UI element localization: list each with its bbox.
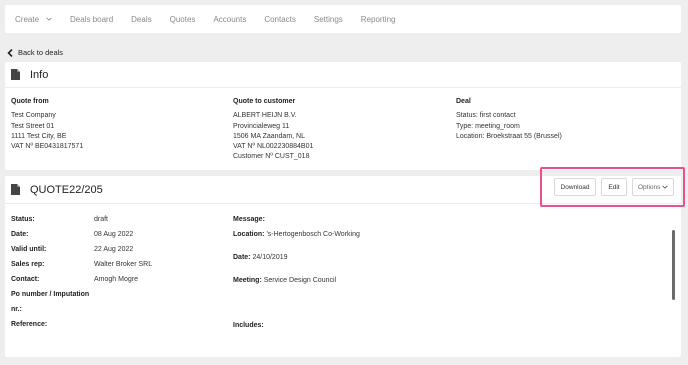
message-row: Message: xyxy=(233,216,265,223)
info-header: Info xyxy=(5,62,681,88)
sales-rep-label: Sales rep: xyxy=(11,261,45,268)
nav-quotes[interactable]: Quotes xyxy=(170,15,196,24)
meeting-value: Service Design Council xyxy=(263,277,337,284)
quote-to-line: 1506 MA Zaandam, NL xyxy=(233,132,305,140)
edit-button[interactable]: Edit xyxy=(601,178,627,196)
quote-to-line: ALBERT HEIJN B.V. xyxy=(233,112,297,120)
nav-create[interactable]: Create xyxy=(15,15,52,24)
nav-deals[interactable]: Deals xyxy=(131,15,151,24)
quote-to-line: Customer Nº CUST_018 xyxy=(233,153,310,161)
back-to-deals-link[interactable]: Back to deals xyxy=(7,48,63,57)
meeting-date-row: Date: 24/10/2019 xyxy=(233,254,288,261)
quote-to-line: VAT Nº NL002230884B01 xyxy=(233,143,314,151)
scrollbar-thumb[interactable] xyxy=(672,230,675,300)
meeting-date-label: Date: xyxy=(233,254,251,261)
po-number-label-2: nr.: xyxy=(11,306,22,313)
contact-label: Contact: xyxy=(11,276,40,283)
message-label: Message: xyxy=(233,216,265,223)
meeting-label: Meeting: xyxy=(233,277,262,284)
location-label: Location: xyxy=(233,231,265,238)
deal-line: Type: meeting_room xyxy=(456,122,520,130)
options-label: Options xyxy=(638,183,661,191)
includes-row: Includes: xyxy=(233,322,264,329)
valid-until-value: 22 Aug 2022 xyxy=(94,246,134,253)
valid-until-label: Valid until: xyxy=(11,246,47,253)
deal-header: Deal xyxy=(456,98,471,105)
deal-line: Location: Broekstraat 55 (Brussel) xyxy=(456,132,562,140)
quote-from-line: Test Street 01 xyxy=(11,122,55,130)
info-title: Info xyxy=(30,68,49,81)
document-icon xyxy=(11,184,20,195)
location-row: Location: 's-Hertogenbosch Co-Working xyxy=(233,231,360,238)
quote-title: QUOTE22/205 xyxy=(30,183,103,196)
chevron-down-icon xyxy=(662,185,668,189)
download-button[interactable]: Download xyxy=(554,178,596,196)
options-dropdown[interactable]: Options xyxy=(632,178,674,196)
nav-deals-board[interactable]: Deals board xyxy=(70,15,113,24)
nav-accounts[interactable]: Accounts xyxy=(213,15,246,24)
reference-label: Reference: xyxy=(11,321,48,328)
chevron-down-icon xyxy=(46,17,52,21)
location-value: 's-Hertogenbosch Co-Working xyxy=(266,231,360,238)
top-navigation: Create Deals board Deals Quotes Accounts… xyxy=(5,5,681,33)
quote-from-line: 1111 Test City, BE xyxy=(11,132,67,140)
deal-line: Status: first contact xyxy=(456,112,516,120)
sales-rep-value: Walter Broker SRL xyxy=(94,261,153,268)
back-label: Back to deals xyxy=(18,48,64,57)
meeting-row: Meeting: Service Design Council xyxy=(233,277,336,284)
nav-reporting[interactable]: Reporting xyxy=(361,15,396,24)
deal-block: Deal Status: first contact Type: meeting… xyxy=(456,97,562,142)
meeting-date-value: 24/10/2019 xyxy=(252,254,288,261)
quote-from-line: Test Company xyxy=(11,112,56,120)
nav-settings[interactable]: Settings xyxy=(314,15,343,24)
includes-label: Includes: xyxy=(233,322,264,329)
quote-from-header: Quote from xyxy=(11,98,49,105)
po-number-label: Po number / Imputation xyxy=(11,291,90,298)
quote-to-header: Quote to customer xyxy=(233,98,296,105)
quote-from-block: Quote from Test Company Test Street 01 1… xyxy=(11,97,83,152)
nav-create-label: Create xyxy=(15,14,40,24)
quote-to-line: Provincialeweg 11 xyxy=(233,122,290,130)
status-label: Status: xyxy=(11,216,35,223)
date-value: 08 Aug 2022 xyxy=(94,231,134,238)
info-panel: Info Quote from Test Company Test Street… xyxy=(5,62,681,170)
status-value: draft xyxy=(94,216,109,223)
quote-actions-highlight: Download Edit Options xyxy=(540,167,685,207)
contact-value: Amogh Mogre xyxy=(94,276,138,283)
quote-to-block: Quote to customer ALBERT HEIJN B.V. Prov… xyxy=(233,97,313,163)
nav-contacts[interactable]: Contacts xyxy=(264,15,296,24)
document-icon xyxy=(11,69,20,80)
quote-from-line: VAT Nº BE0431817571 xyxy=(11,143,84,151)
date-label: Date: xyxy=(11,231,29,238)
chevron-left-icon xyxy=(7,48,13,57)
